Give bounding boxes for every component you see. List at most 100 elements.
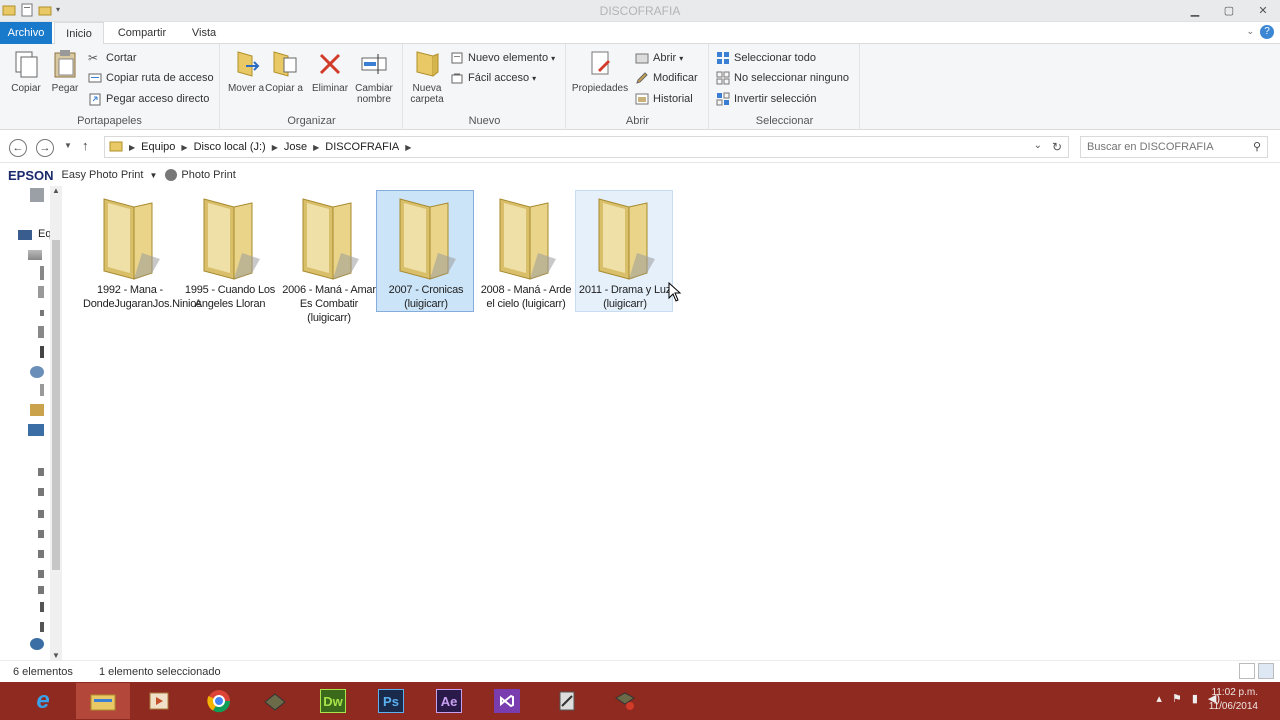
nav-scrollbar[interactable]: ▲ ▼ bbox=[50, 186, 62, 660]
breadcrumb-separator[interactable]: ▶ bbox=[313, 143, 319, 152]
nav-network-icon[interactable] bbox=[30, 366, 44, 378]
copy-to-button[interactable]: Copiar a bbox=[264, 48, 304, 94]
scroll-up-icon[interactable]: ▲ bbox=[52, 186, 60, 195]
up-button[interactable]: ↑ bbox=[82, 138, 89, 153]
open-icon bbox=[635, 51, 649, 65]
tab-view[interactable]: Vista bbox=[180, 22, 228, 44]
breadcrumb-separator[interactable]: ▶ bbox=[272, 143, 278, 152]
show-hidden-icons-icon[interactable]: ▴ bbox=[1156, 692, 1162, 705]
cut-button[interactable]: ✂ Cortar bbox=[88, 49, 137, 67]
help-icon[interactable]: ? bbox=[1260, 25, 1274, 39]
nav-item-icon[interactable] bbox=[40, 602, 44, 612]
folder-item[interactable]: 2006 - Maná - Amar Es Combatir (luigicar… bbox=[279, 190, 377, 324]
collapse-ribbon-icon[interactable]: ⌄ bbox=[1246, 26, 1254, 37]
paste-shortcut-button[interactable]: Pegar acceso directo bbox=[88, 90, 209, 108]
nav-item-icon[interactable] bbox=[40, 310, 44, 316]
rename-button[interactable]: Cambiar nombre bbox=[351, 48, 397, 105]
nav-item-icon[interactable] bbox=[40, 384, 44, 396]
folder-item[interactable]: 2008 - Maná - Arde el cielo (luigicarr) bbox=[476, 190, 574, 312]
nav-item-icon[interactable] bbox=[38, 530, 44, 538]
move-to-button[interactable]: Mover a bbox=[226, 48, 266, 94]
nav-drive-icon[interactable] bbox=[28, 250, 42, 260]
open-label: Abrir bbox=[653, 52, 677, 64]
scroll-down-icon[interactable]: ▼ bbox=[52, 651, 60, 660]
taskbar-chrome[interactable] bbox=[192, 683, 246, 719]
taskbar-app[interactable] bbox=[248, 683, 302, 719]
nav-item-icon[interactable] bbox=[38, 570, 44, 578]
folder-item[interactable]: 1995 - Cuando Los Angeles Lloran bbox=[180, 190, 278, 312]
minimize-button[interactable]: ▁ bbox=[1178, 0, 1212, 21]
select-none-button[interactable]: No seleccionar ninguno bbox=[716, 69, 849, 87]
new-item-button[interactable]: Nuevo elemento ▾ bbox=[450, 49, 555, 67]
select-all-button[interactable]: Seleccionar todo bbox=[716, 49, 816, 67]
nav-scrollbar-thumb[interactable] bbox=[52, 240, 60, 570]
delete-button[interactable]: Eliminar bbox=[309, 48, 351, 94]
folder-item[interactable]: 1992 - Mana - DondeJugaranJos.Ninios bbox=[80, 190, 202, 312]
new-folder-button[interactable]: Nueva carpeta bbox=[406, 48, 448, 105]
folder-item[interactable]: 2011 - Drama y Luz (luigicarr) bbox=[575, 190, 673, 312]
paste-button[interactable]: Pegar bbox=[46, 48, 84, 94]
refresh-icon[interactable]: ↻ bbox=[1052, 140, 1062, 154]
search-icon[interactable]: ⚲ bbox=[1253, 140, 1261, 153]
nav-item-icon[interactable] bbox=[38, 468, 44, 476]
invert-selection-button[interactable]: Invertir selección bbox=[716, 90, 817, 108]
taskbar-visual-studio[interactable] bbox=[480, 683, 534, 719]
large-icons-view-icon[interactable] bbox=[1258, 663, 1274, 679]
taskbar-after-effects[interactable]: Ae bbox=[422, 683, 476, 719]
nav-item-icon[interactable] bbox=[38, 586, 44, 594]
taskbar-ie[interactable]: e bbox=[16, 683, 70, 719]
nav-item-icon[interactable] bbox=[40, 622, 44, 632]
taskbar-photoshop[interactable]: Ps bbox=[364, 683, 418, 719]
nav-item-icon[interactable] bbox=[38, 550, 44, 558]
close-button[interactable]: ✕ bbox=[1246, 0, 1280, 21]
nav-item-icon[interactable] bbox=[38, 326, 44, 338]
copy-button[interactable]: Copiar bbox=[6, 48, 46, 94]
taskbar-dreamweaver[interactable]: Dw bbox=[306, 683, 360, 719]
breadcrumb-jose[interactable]: Jose bbox=[284, 141, 307, 153]
edit-button[interactable]: Modificar bbox=[635, 69, 698, 87]
tab-home[interactable]: Inicio bbox=[54, 22, 104, 45]
nav-library-icon[interactable] bbox=[30, 404, 44, 416]
action-center-icon[interactable]: ⚑ bbox=[1172, 692, 1182, 705]
nav-item-icon[interactable] bbox=[38, 510, 44, 518]
nav-item-icon[interactable] bbox=[38, 488, 44, 496]
group-label-nuevo: Nuevo bbox=[468, 115, 501, 127]
properties-button[interactable]: Propiedades bbox=[569, 48, 631, 94]
nav-homegroup-icon[interactable] bbox=[28, 424, 44, 436]
breadcrumb-separator[interactable]: ▶ bbox=[129, 143, 135, 152]
search-input[interactable] bbox=[1081, 137, 1241, 157]
nav-item-icon[interactable] bbox=[40, 266, 44, 280]
photo-print-button[interactable]: Photo Print bbox=[165, 169, 236, 181]
address-bar[interactable]: ▶ Equipo ▶ Disco local (J:) ▶ Jose ▶ DIS… bbox=[104, 136, 1069, 158]
details-view-icon[interactable] bbox=[1239, 663, 1255, 679]
history-button[interactable]: Historial bbox=[635, 90, 693, 108]
taskbar-media[interactable] bbox=[132, 683, 186, 719]
nav-computer-icon[interactable] bbox=[18, 230, 32, 240]
open-button[interactable]: Abrir ▾ bbox=[635, 49, 683, 67]
easy-access-button[interactable]: Fácil acceso ▾ bbox=[450, 69, 536, 87]
folder-item[interactable]: 2007 - Cronicas (luigicarr) bbox=[376, 190, 474, 312]
back-button[interactable]: ← bbox=[9, 139, 27, 157]
nav-item-icon[interactable] bbox=[38, 286, 44, 298]
tab-share[interactable]: Compartir bbox=[108, 22, 176, 44]
address-dropdown-icon[interactable]: ⌄ bbox=[1034, 140, 1042, 151]
nav-network-icon[interactable] bbox=[30, 638, 44, 650]
breadcrumb-disco-local[interactable]: Disco local (J:) bbox=[194, 141, 266, 153]
recent-locations-icon[interactable]: ▼ bbox=[64, 141, 72, 150]
breadcrumb-separator[interactable]: ▶ bbox=[181, 143, 187, 152]
breadcrumb-discofrafia[interactable]: DISCOFRAFIA bbox=[325, 141, 399, 153]
maximize-button[interactable]: ▢ bbox=[1212, 0, 1246, 21]
tab-file[interactable]: Archivo bbox=[0, 22, 52, 44]
power-icon[interactable]: ▮ bbox=[1192, 692, 1198, 705]
taskbar-app[interactable] bbox=[540, 683, 594, 719]
file-view[interactable]: 1992 - Mana - DondeJugaranJos.Ninios 1995… bbox=[64, 186, 1280, 660]
taskbar-explorer[interactable] bbox=[76, 683, 130, 719]
nav-item-icon[interactable] bbox=[40, 346, 44, 358]
copy-path-button[interactable]: Copiar ruta de acceso bbox=[88, 69, 214, 87]
easy-photo-print-button[interactable]: Easy Photo Print ▼ bbox=[62, 169, 158, 181]
system-clock[interactable]: 11:02 p.m. 11/06/2014 bbox=[1209, 686, 1258, 714]
forward-button[interactable]: → bbox=[36, 139, 54, 157]
breadcrumb-separator[interactable]: ▶ bbox=[405, 143, 411, 152]
taskbar-app[interactable] bbox=[598, 683, 652, 719]
breadcrumb-equipo[interactable]: Equipo bbox=[141, 141, 175, 153]
